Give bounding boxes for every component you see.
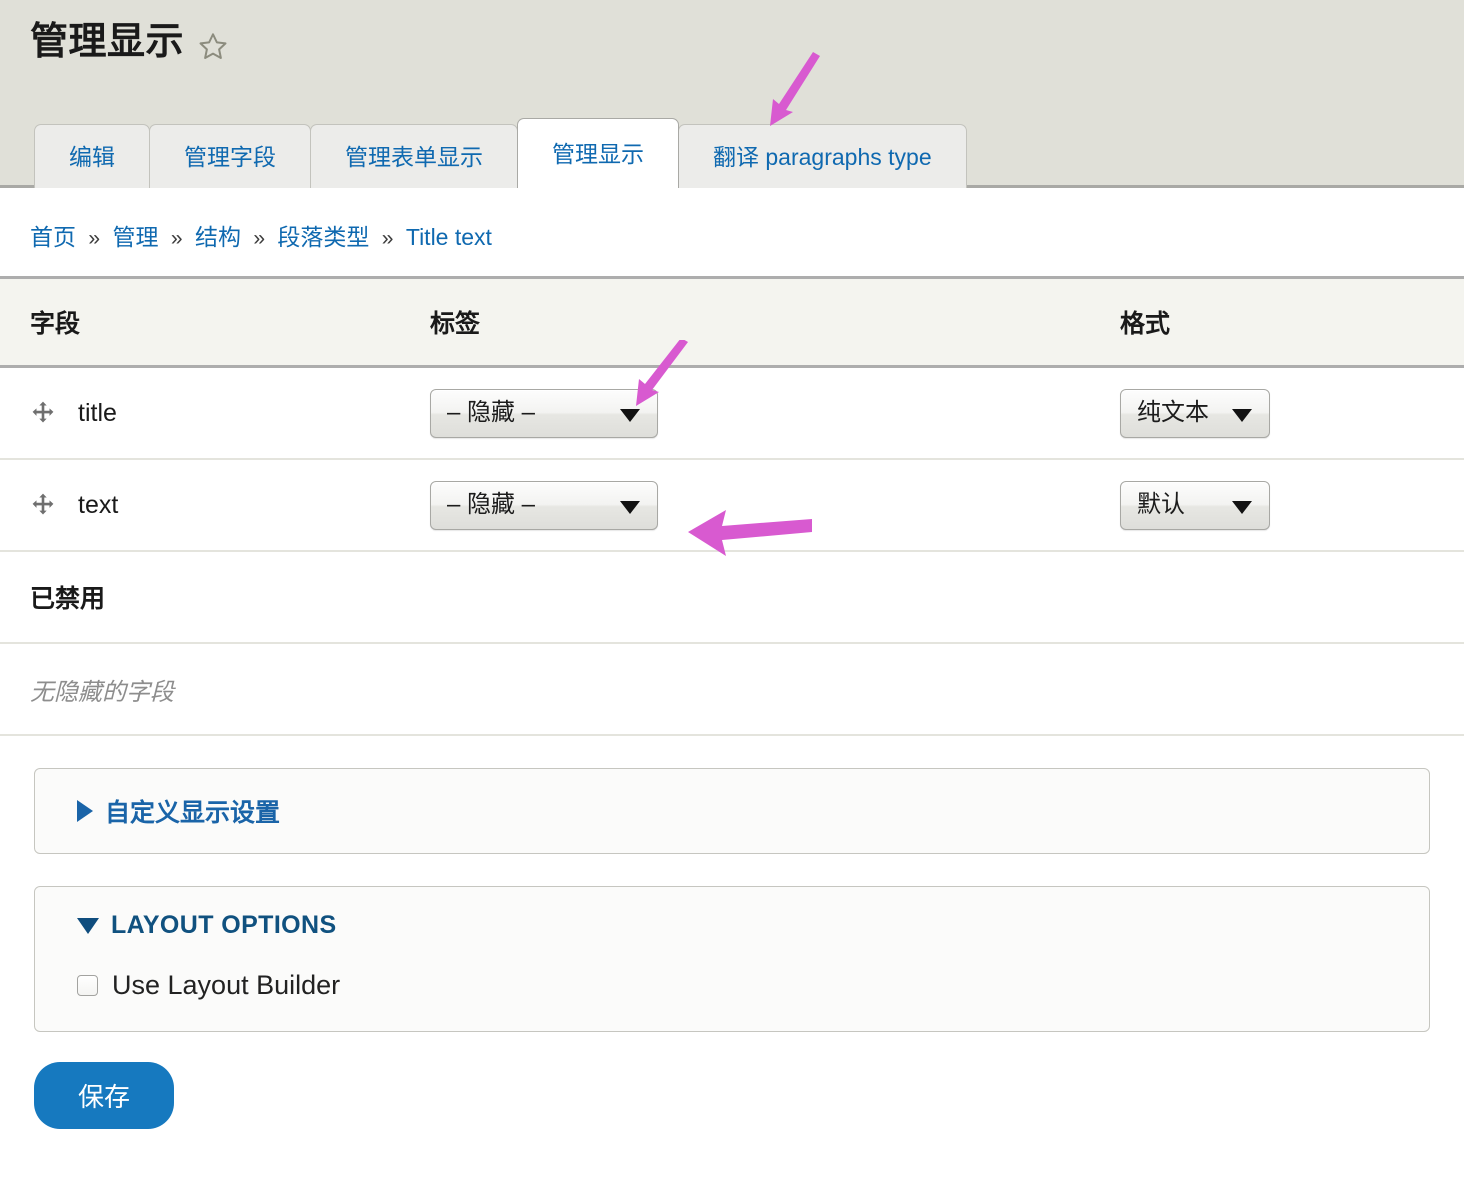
use-layout-builder-checkbox[interactable] xyxy=(77,975,98,996)
breadcrumb-separator: » xyxy=(381,227,394,250)
tab-manage-form-display[interactable]: 管理表单显示 xyxy=(310,124,518,188)
use-layout-builder-row[interactable]: Use Layout Builder xyxy=(77,970,1429,1001)
disabled-section-heading: 已禁用 xyxy=(0,551,1464,644)
format-cell: 纯文本 xyxy=(1090,366,1464,460)
triangle-down-icon xyxy=(77,917,99,934)
page-title: 管理显示 xyxy=(30,21,185,63)
triangle-right-icon xyxy=(77,800,93,822)
breadcrumb-item-paragraph-types[interactable]: 段落类型 xyxy=(277,224,369,250)
table-header-row: 字段 标签 格式 xyxy=(0,276,1464,368)
format-cell: 默认 xyxy=(1090,459,1464,552)
star-outline-icon[interactable] xyxy=(198,31,228,61)
breadcrumb-separator: » xyxy=(170,227,183,250)
field-display-table: 字段 标签 格式 title – 隐藏 – 纯文本 text – 隐藏 – 默认… xyxy=(0,276,1464,736)
form-actions: 保存 xyxy=(0,1032,1464,1129)
table-body: title – 隐藏 – 纯文本 text – 隐藏 – 默认 已禁用 无隐藏的… xyxy=(0,366,1464,736)
table-row: title – 隐藏 – 纯文本 xyxy=(0,366,1464,460)
tab-edit[interactable]: 编辑 xyxy=(34,124,150,188)
tab-label: 管理字段 xyxy=(184,144,276,170)
disabled-section-heading-row: 已禁用 xyxy=(0,551,1464,644)
move-cross-icon[interactable] xyxy=(30,400,56,426)
column-header-format: 格式 xyxy=(1090,276,1464,368)
primary-tabs: 编辑 管理字段 管理表单显示 管理显示 翻译 paragraphs type xyxy=(34,118,967,188)
label-select-wrapper: – 隐藏 – xyxy=(430,480,658,530)
label-cell: – 隐藏 – xyxy=(400,366,1090,460)
label-select-wrapper: – 隐藏 – xyxy=(430,388,658,438)
label-cell: – 隐藏 – xyxy=(400,459,1090,552)
layout-options-body: Use Layout Builder xyxy=(35,964,1429,1031)
breadcrumb-item-admin[interactable]: 管理 xyxy=(112,224,158,250)
layout-options-panel: LAYOUT OPTIONS Use Layout Builder xyxy=(34,886,1430,1032)
save-button[interactable]: 保存 xyxy=(34,1062,175,1129)
breadcrumb-separator: » xyxy=(253,227,266,250)
format-select-text[interactable]: 默认 xyxy=(1120,480,1270,530)
custom-display-settings-panel: 自定义显示设置 xyxy=(34,768,1430,854)
field-name: text xyxy=(78,490,119,519)
tab-manage-display[interactable]: 管理显示 xyxy=(517,118,679,188)
tab-label: 管理表单显示 xyxy=(345,144,483,170)
field-cell: title xyxy=(0,366,400,460)
field-cell: text xyxy=(0,459,400,552)
main-content: 首页 » 管理 » 结构 » 段落类型 » Title text 字段 标签 格… xyxy=(0,188,1464,1129)
custom-display-settings-title: 自定义显示设置 xyxy=(105,799,281,827)
tab-label: 翻译 paragraphs type xyxy=(713,144,932,170)
layout-options-title: LAYOUT OPTIONS xyxy=(111,911,337,939)
tab-label: 管理显示 xyxy=(552,141,644,167)
layout-options-toggle[interactable]: LAYOUT OPTIONS xyxy=(35,887,1429,964)
breadcrumb-item-structure[interactable]: 结构 xyxy=(195,224,241,250)
move-cross-icon[interactable] xyxy=(30,492,56,518)
breadcrumb: 首页 » 管理 » 结构 » 段落类型 » Title text xyxy=(0,188,1464,276)
label-select-text[interactable]: – 隐藏 – xyxy=(430,480,658,530)
custom-display-settings-toggle[interactable]: 自定义显示设置 xyxy=(35,769,1429,853)
disabled-empty-row: 无隐藏的字段 xyxy=(0,643,1464,736)
tab-manage-fields[interactable]: 管理字段 xyxy=(149,124,311,188)
column-header-field: 字段 xyxy=(0,276,400,368)
page-header: 管理显示 编辑 管理字段 管理表单显示 管理显示 翻译 paragraphs t… xyxy=(0,0,1464,188)
breadcrumb-item-title-text[interactable]: Title text xyxy=(406,224,492,250)
table-row: text – 隐藏 – 默认 xyxy=(0,459,1464,552)
format-select-title[interactable]: 纯文本 xyxy=(1120,388,1270,438)
tab-label: 编辑 xyxy=(69,144,115,170)
breadcrumb-item-home[interactable]: 首页 xyxy=(30,224,76,250)
disabled-empty-message: 无隐藏的字段 xyxy=(0,643,1464,736)
label-select-title[interactable]: – 隐藏 – xyxy=(430,388,658,438)
field-name: title xyxy=(78,398,117,427)
tab-translate-paragraphs-type[interactable]: 翻译 paragraphs type xyxy=(678,124,967,188)
column-header-label: 标签 xyxy=(400,276,1090,368)
page-title-row: 管理显示 xyxy=(0,0,1464,64)
table-head: 字段 标签 格式 xyxy=(0,276,1464,368)
breadcrumb-separator: » xyxy=(88,227,101,250)
format-select-wrapper: 纯文本 xyxy=(1120,388,1270,438)
use-layout-builder-label: Use Layout Builder xyxy=(112,970,341,1000)
format-select-wrapper: 默认 xyxy=(1120,480,1270,530)
